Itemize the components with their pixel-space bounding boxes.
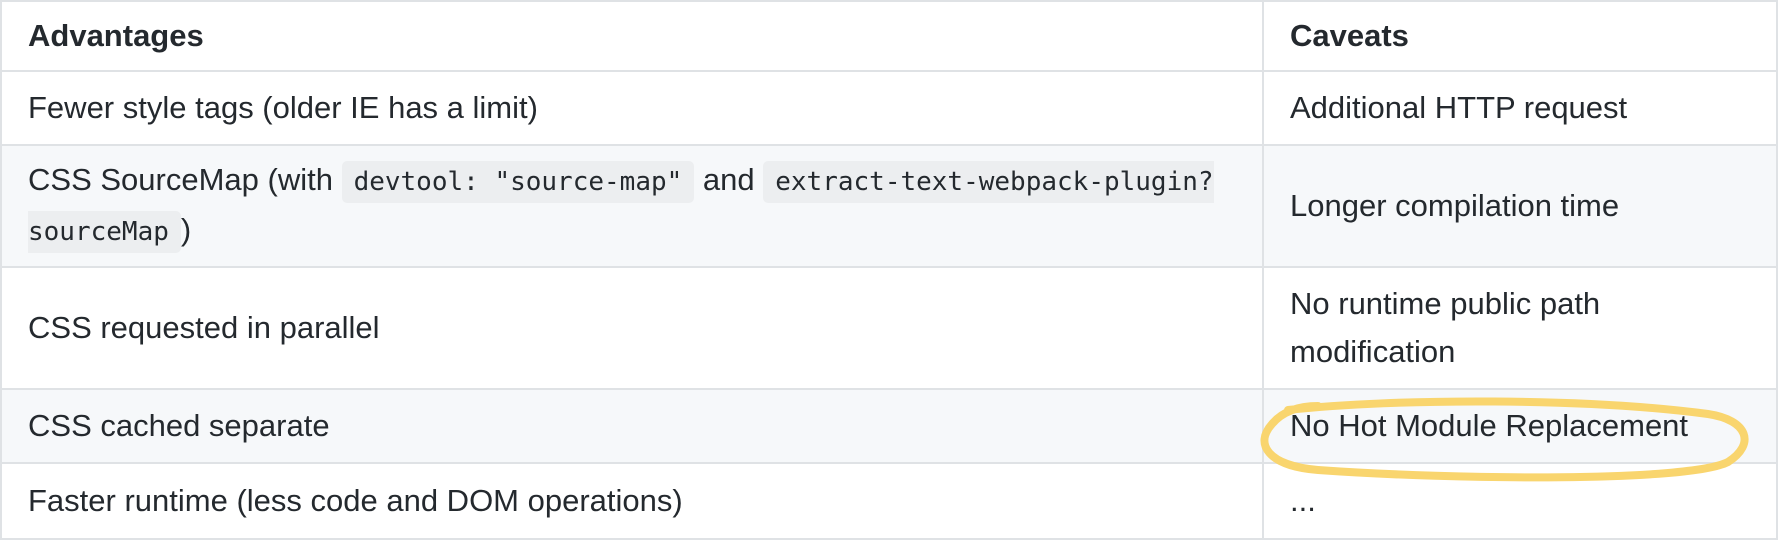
advantage-text: Fewer style tags (older IE has a limit) (28, 90, 538, 125)
advantage-text: and (694, 162, 764, 197)
inline-code-devtool: devtool: "source-map" (341, 161, 695, 203)
table-header-row: Advantages Caveats (0, 0, 1778, 72)
advantage-text: ) (180, 212, 192, 247)
header-caveats: Caveats (1262, 0, 1778, 72)
advantage-text: CSS requested in parallel (28, 310, 380, 345)
table-row: Faster runtime (less code and DOM operat… (0, 462, 1778, 540)
comparison-table: Advantages Caveats Fewer style tags (old… (0, 0, 1778, 540)
caveat-cell: No Hot Module Replacement (1262, 388, 1778, 464)
advantage-text: CSS SourceMap (with (28, 162, 342, 197)
caveat-cell: Additional HTTP request (1262, 70, 1778, 146)
advantage-cell: CSS cached separate (0, 388, 1264, 464)
advantage-cell: Fewer style tags (older IE has a limit) (0, 70, 1264, 146)
caveat-cell: No runtime public path modification (1262, 266, 1778, 390)
table-row: CSS requested in parallel No runtime pub… (0, 266, 1778, 390)
advantage-cell: CSS SourceMap (with devtool: "source-map… (0, 144, 1264, 268)
caveat-cell: ... (1262, 462, 1778, 540)
advantage-cell: Faster runtime (less code and DOM operat… (0, 462, 1264, 540)
table-row: Fewer style tags (older IE has a limit) … (0, 70, 1778, 146)
advantage-cell: CSS requested in parallel (0, 266, 1264, 390)
advantage-text: CSS cached separate (28, 408, 330, 443)
table-row-highlighted: CSS cached separate No Hot Module Replac… (0, 388, 1778, 464)
table-row: CSS SourceMap (with devtool: "source-map… (0, 144, 1778, 268)
header-advantages: Advantages (0, 0, 1264, 72)
advantage-text: Faster runtime (less code and DOM operat… (28, 483, 683, 518)
caveat-cell: Longer compilation time (1262, 144, 1778, 268)
